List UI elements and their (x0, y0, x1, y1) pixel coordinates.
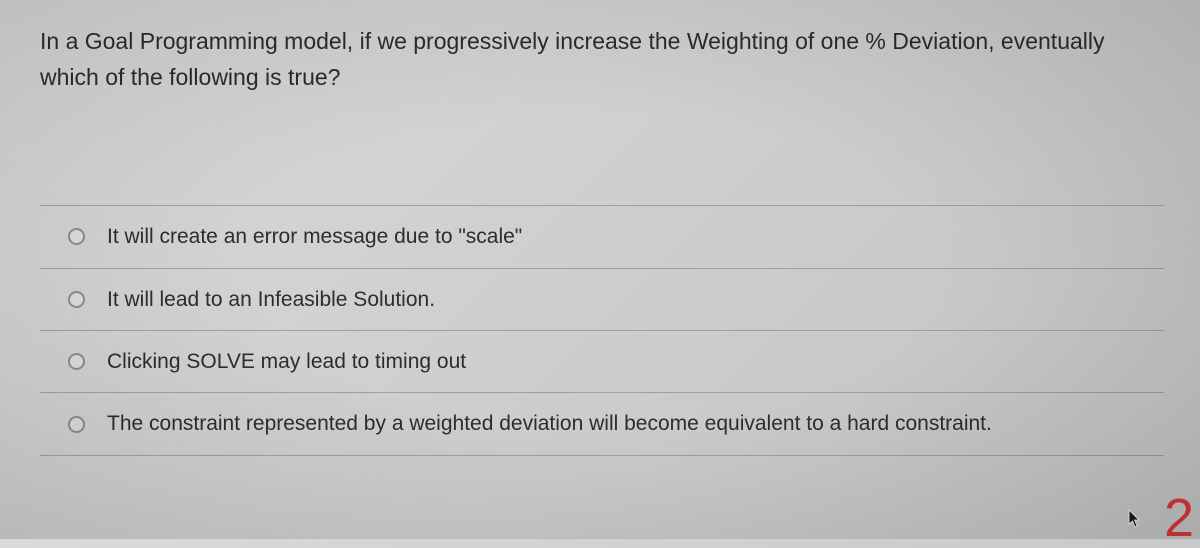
option-label: It will create an error message due to "… (107, 222, 522, 251)
cursor-icon (1128, 509, 1142, 529)
options-list: It will create an error message due to "… (40, 205, 1164, 456)
option-row[interactable]: It will lead to an Infeasible Solution. (40, 268, 1164, 330)
option-label: The constraint represented by a weighted… (107, 409, 992, 438)
radio-button[interactable] (68, 291, 85, 308)
option-row[interactable]: It will create an error message due to "… (40, 205, 1164, 267)
option-row[interactable]: The constraint represented by a weighted… (40, 392, 1164, 455)
radio-button[interactable] (68, 228, 85, 245)
question-container: In a Goal Programming model, if we progr… (0, 0, 1200, 476)
option-label: It will lead to an Infeasible Solution. (107, 285, 435, 314)
radio-button[interactable] (68, 416, 85, 433)
option-row[interactable]: Clicking SOLVE may lead to timing out (40, 330, 1164, 392)
radio-button[interactable] (68, 353, 85, 370)
option-label: Clicking SOLVE may lead to timing out (107, 347, 466, 376)
question-text: In a Goal Programming model, if we progr… (40, 24, 1164, 95)
page-number: 2 (1164, 491, 1194, 545)
